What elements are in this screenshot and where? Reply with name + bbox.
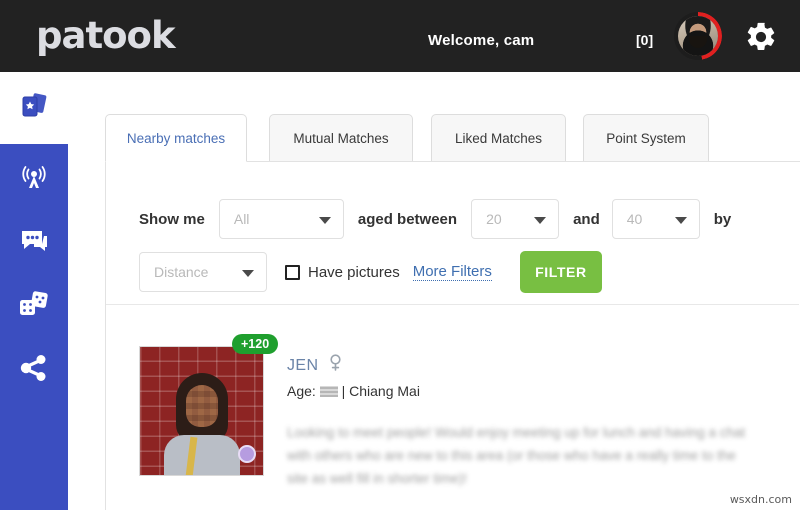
- tab-label: Liked Matches: [454, 130, 543, 146]
- share-icon: [19, 353, 49, 383]
- match-age-city: Age: | Chiang Mai: [287, 383, 800, 399]
- aged-between-label: aged between: [357, 210, 458, 228]
- online-status-dot: [238, 445, 256, 463]
- sort-by-value: Distance: [154, 264, 209, 280]
- sidebar-item-dice[interactable]: [0, 276, 68, 332]
- avatar[interactable]: [674, 12, 722, 60]
- age-city-separator: |: [341, 383, 346, 399]
- avatar-photo: [678, 16, 718, 56]
- filter-panel: Show me All aged between 20 and 40 by Di…: [106, 162, 799, 304]
- broadcast-icon: [18, 162, 50, 194]
- top-header-bar: patook Welcome, cam [0]: [0, 0, 800, 72]
- gender-select-value: All: [233, 211, 250, 227]
- chevron-down-icon: [674, 217, 687, 224]
- chevron-down-icon: [534, 217, 547, 224]
- more-filters-link[interactable]: More Filters: [412, 263, 492, 281]
- sidebar-item-broadcast[interactable]: [0, 150, 68, 206]
- photo-subject: [164, 373, 240, 475]
- age-max-select[interactable]: 40: [611, 199, 700, 239]
- and-label: and: [573, 210, 600, 228]
- cards-icon: [18, 90, 50, 122]
- app-root: patook Welcome, cam [0] Nearby matches M…: [0, 0, 800, 510]
- patook-logo[interactable]: patook: [36, 16, 176, 56]
- chevron-down-icon: [318, 217, 331, 224]
- filter-row-primary: Show me All aged between 20 and 40 by: [139, 199, 731, 239]
- gender-select[interactable]: All: [218, 199, 344, 239]
- have-pictures-checkbox[interactable]: [285, 264, 300, 280]
- profile-photo[interactable]: [139, 346, 264, 476]
- tab-mutual-matches[interactable]: Mutual Matches: [269, 114, 413, 162]
- points-badge: +120: [232, 334, 279, 354]
- tab-label: Point System: [606, 130, 686, 146]
- watermark: wsxdn.com: [729, 493, 792, 506]
- main-content-panel: Show me All aged between 20 and 40 by Di…: [105, 161, 800, 510]
- chevron-down-icon: [242, 270, 254, 277]
- tab-nearby-matches[interactable]: Nearby matches: [105, 114, 247, 162]
- pixelated-face: [186, 385, 218, 427]
- welcome-text: Welcome, cam: [428, 32, 535, 49]
- have-pictures-checkbox-group[interactable]: Have pictures: [285, 264, 400, 281]
- age-min-select[interactable]: 20: [471, 199, 560, 239]
- match-info: JEN Age: | Chiang Mai Looking to meet pe…: [287, 354, 800, 490]
- female-gender-icon: [329, 354, 342, 377]
- tab-label: Mutual Matches: [293, 130, 389, 146]
- sort-by-select[interactable]: Distance: [139, 252, 267, 292]
- match-city: Chiang Mai: [349, 383, 420, 399]
- tab-liked-matches[interactable]: Liked Matches: [431, 114, 566, 162]
- sidebar-item-chat[interactable]: [0, 214, 68, 270]
- age-value-redacted: [319, 386, 338, 397]
- show-me-label: Show me: [139, 210, 205, 228]
- sidebar-item-share[interactable]: [0, 340, 68, 396]
- chat-icon: [18, 227, 50, 257]
- age-label: Age:: [287, 383, 316, 399]
- subject-body: [164, 435, 240, 475]
- age-max-value: 40: [626, 211, 643, 227]
- match-description: Looking to meet people! Would enjoy meet…: [287, 425, 746, 486]
- by-label: by: [713, 210, 732, 228]
- gear-icon[interactable]: [744, 20, 778, 54]
- message-count-badge[interactable]: [0]: [636, 32, 653, 48]
- tab-point-system[interactable]: Point System: [583, 114, 709, 162]
- tab-label: Nearby matches: [126, 130, 226, 146]
- panel-divider: [106, 304, 799, 305]
- dice-icon: [17, 289, 51, 319]
- have-pictures-label: Have pictures: [308, 263, 400, 281]
- filter-row-secondary: Distance Have pictures More Filters FILT…: [139, 251, 602, 293]
- age-min-value: 20: [486, 211, 502, 227]
- match-name[interactable]: JEN: [287, 357, 318, 375]
- filter-button[interactable]: FILTER: [519, 251, 602, 293]
- sidebar-item-cards[interactable]: [0, 78, 68, 134]
